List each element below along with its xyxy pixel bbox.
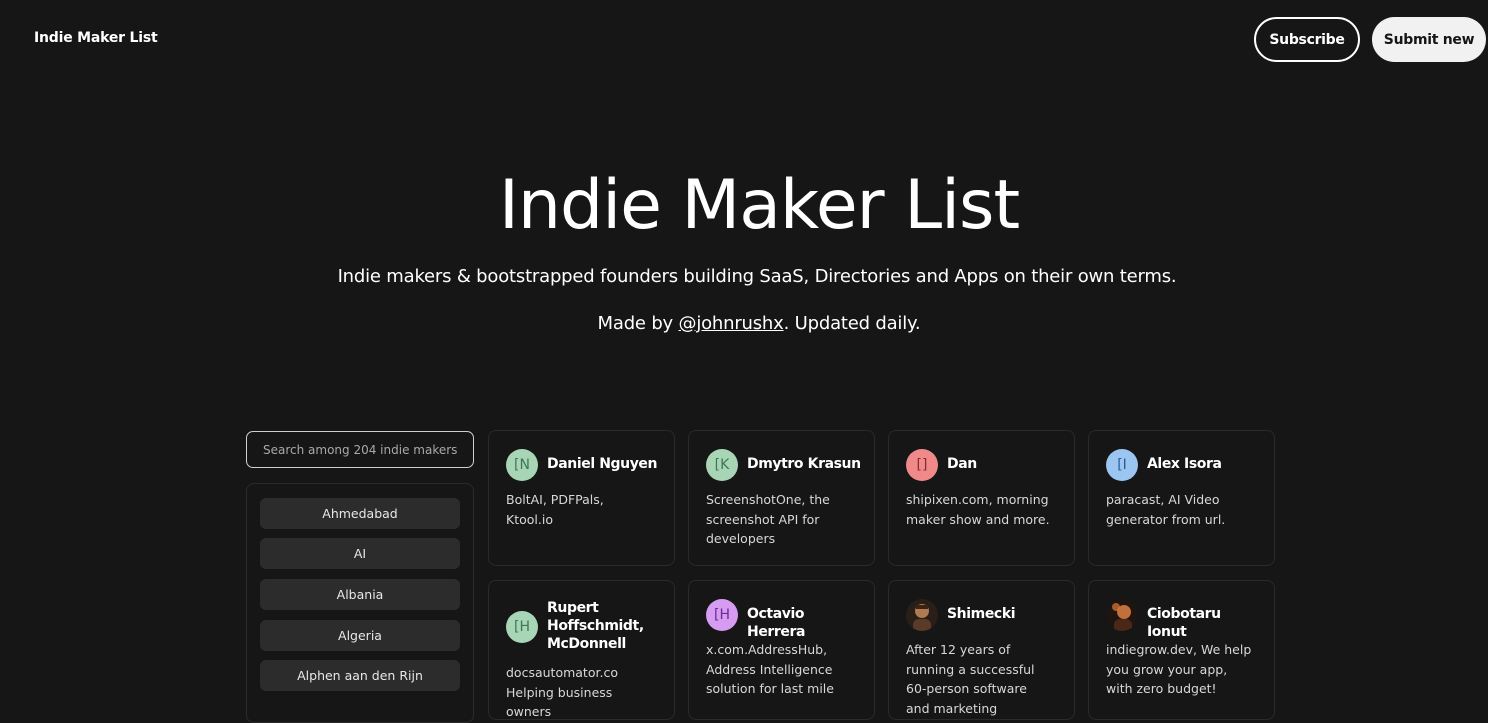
submit-new-button[interactable]: Submit new [1372, 17, 1486, 62]
maker-description: docsautomator.co Helping business owners [506, 665, 618, 719]
maker-name: Daniel Nguyen [547, 456, 658, 472]
made-by-prefix: Made by [597, 313, 679, 334]
maker-card[interactable]: [K Dmytro Krasun ScreenshotOne, the scre… [688, 430, 875, 566]
avatar-photo [1106, 599, 1138, 631]
maker-card[interactable]: [H Rupert Hoffschmidt, McDonnell docsaut… [488, 580, 675, 720]
filter-item-alphen-aan-den-rijn[interactable]: Alphen aan den Rijn [260, 660, 460, 691]
maker-description: After 12 years of running a successful 6… [906, 642, 1035, 716]
avatar: [] [906, 449, 938, 481]
avatar: [I [1106, 449, 1138, 481]
filter-item-algeria[interactable]: Algeria [260, 620, 460, 651]
avatar: [K [706, 449, 738, 481]
author-link[interactable]: @johnrushx [679, 313, 784, 334]
brand-logo-text[interactable]: Indie Maker List [34, 30, 158, 46]
maker-name: Shimecki [947, 606, 1016, 622]
maker-description: x.com.AddressHub, Address Intelligence s… [706, 642, 834, 696]
filter-item-albania[interactable]: Albania [260, 579, 460, 610]
maker-description: paracast, AI Video generator from url. [1106, 492, 1226, 527]
maker-description: ScreenshotOne, the screenshot API for de… [706, 492, 830, 546]
subscribe-button[interactable]: Subscribe [1254, 17, 1360, 62]
person-photo-icon [906, 599, 938, 631]
maker-name: Octavio Herrera [747, 606, 806, 640]
filter-panel: Ahmedabad AI Albania Algeria Alphen aan … [246, 483, 474, 723]
maker-name: Dmytro Krasun [747, 456, 861, 472]
maker-card[interactable]: Ciobotaru Ionut indiegrow.dev, We help y… [1088, 580, 1275, 720]
filter-item-ai[interactable]: AI [260, 538, 460, 569]
made-by-line: Made by @johnrushx. Updated daily. [0, 313, 1488, 334]
maker-name: Rupert Hoffschmidt, McDonnell [547, 600, 644, 652]
maker-description: shipixen.com, morning maker show and mor… [906, 492, 1050, 527]
search-input[interactable] [246, 431, 474, 468]
maker-name: Dan [947, 456, 977, 472]
person-photo-icon [1106, 599, 1138, 631]
avatar: [N [506, 449, 538, 481]
maker-name: Ciobotaru Ionut [1147, 606, 1221, 640]
maker-card[interactable]: [H Octavio Herrera x.com.AddressHub, Add… [688, 580, 875, 720]
maker-card[interactable]: [I Alex Isora paracast, AI Video generat… [1088, 430, 1275, 566]
maker-description: indiegrow.dev, We help you grow your app… [1106, 642, 1252, 696]
page-title: Indie Maker List [498, 166, 1020, 245]
maker-card[interactable]: [N Daniel Nguyen BoltAI, PDFPals, Ktool.… [488, 430, 675, 566]
maker-description: BoltAI, PDFPals, Ktool.io [506, 492, 604, 527]
avatar: [H [506, 611, 538, 643]
maker-name: Alex Isora [1147, 456, 1222, 472]
avatar-photo [906, 599, 938, 631]
filter-item-ahmedabad[interactable]: Ahmedabad [260, 498, 460, 529]
page-subtitle: Indie makers & bootstrapped founders bui… [337, 266, 1177, 287]
avatar: [H [706, 599, 738, 631]
maker-card[interactable]: Shimecki After 12 years of running a suc… [888, 580, 1075, 720]
made-by-suffix: . Updated daily. [783, 313, 921, 334]
maker-card[interactable]: [] Dan shipixen.com, morning maker show … [888, 430, 1075, 566]
